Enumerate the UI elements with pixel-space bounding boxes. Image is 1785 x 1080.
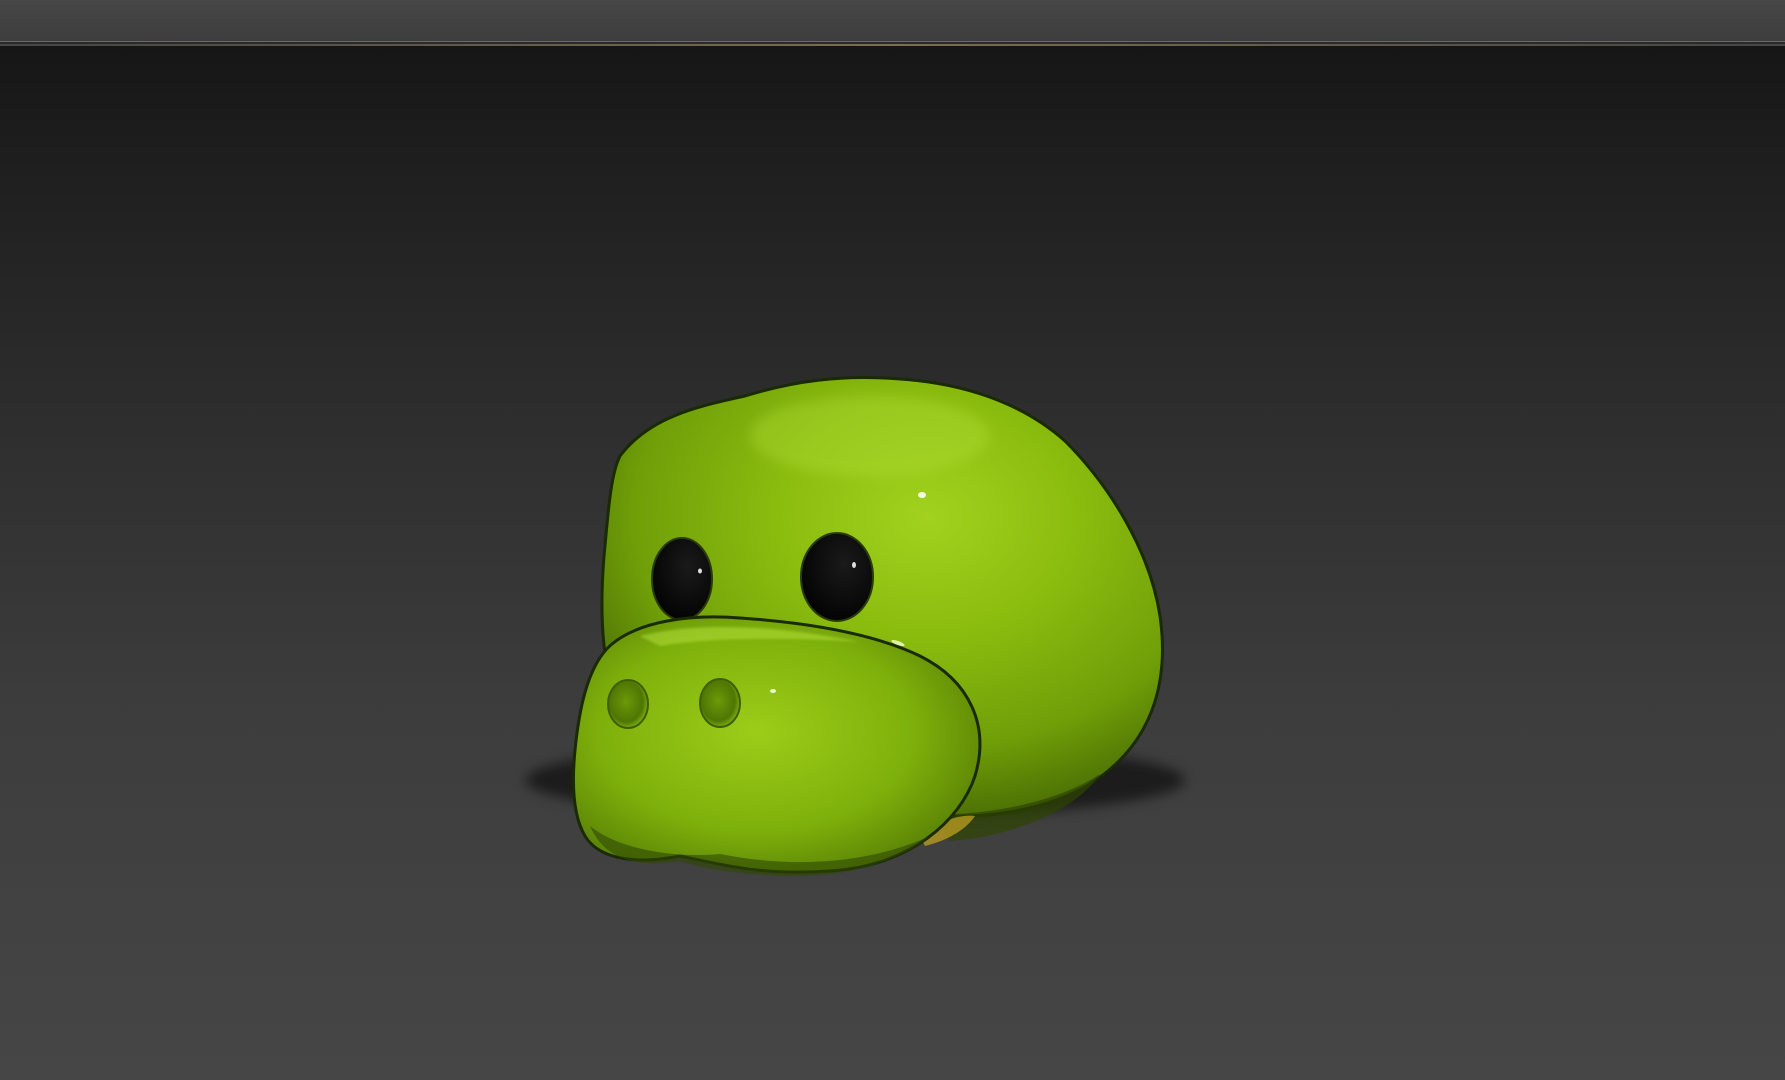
left-eye [651,537,713,621]
top-toolbar-strip [0,0,1785,42]
left-eye-glint [698,568,702,574]
forehead-highlight [750,396,990,476]
viewport-scene[interactable] [0,46,1785,1080]
perspective-viewport[interactable] [0,46,1785,1080]
right-eye [800,532,874,622]
3d-app-window [0,0,1785,1080]
left-nostril [607,679,649,729]
snout[interactable] [572,615,982,874]
right-nostril [699,678,741,728]
specular-glint-snout [770,689,776,693]
right-eye-glint [852,562,856,568]
specular-glint-top [918,492,926,498]
